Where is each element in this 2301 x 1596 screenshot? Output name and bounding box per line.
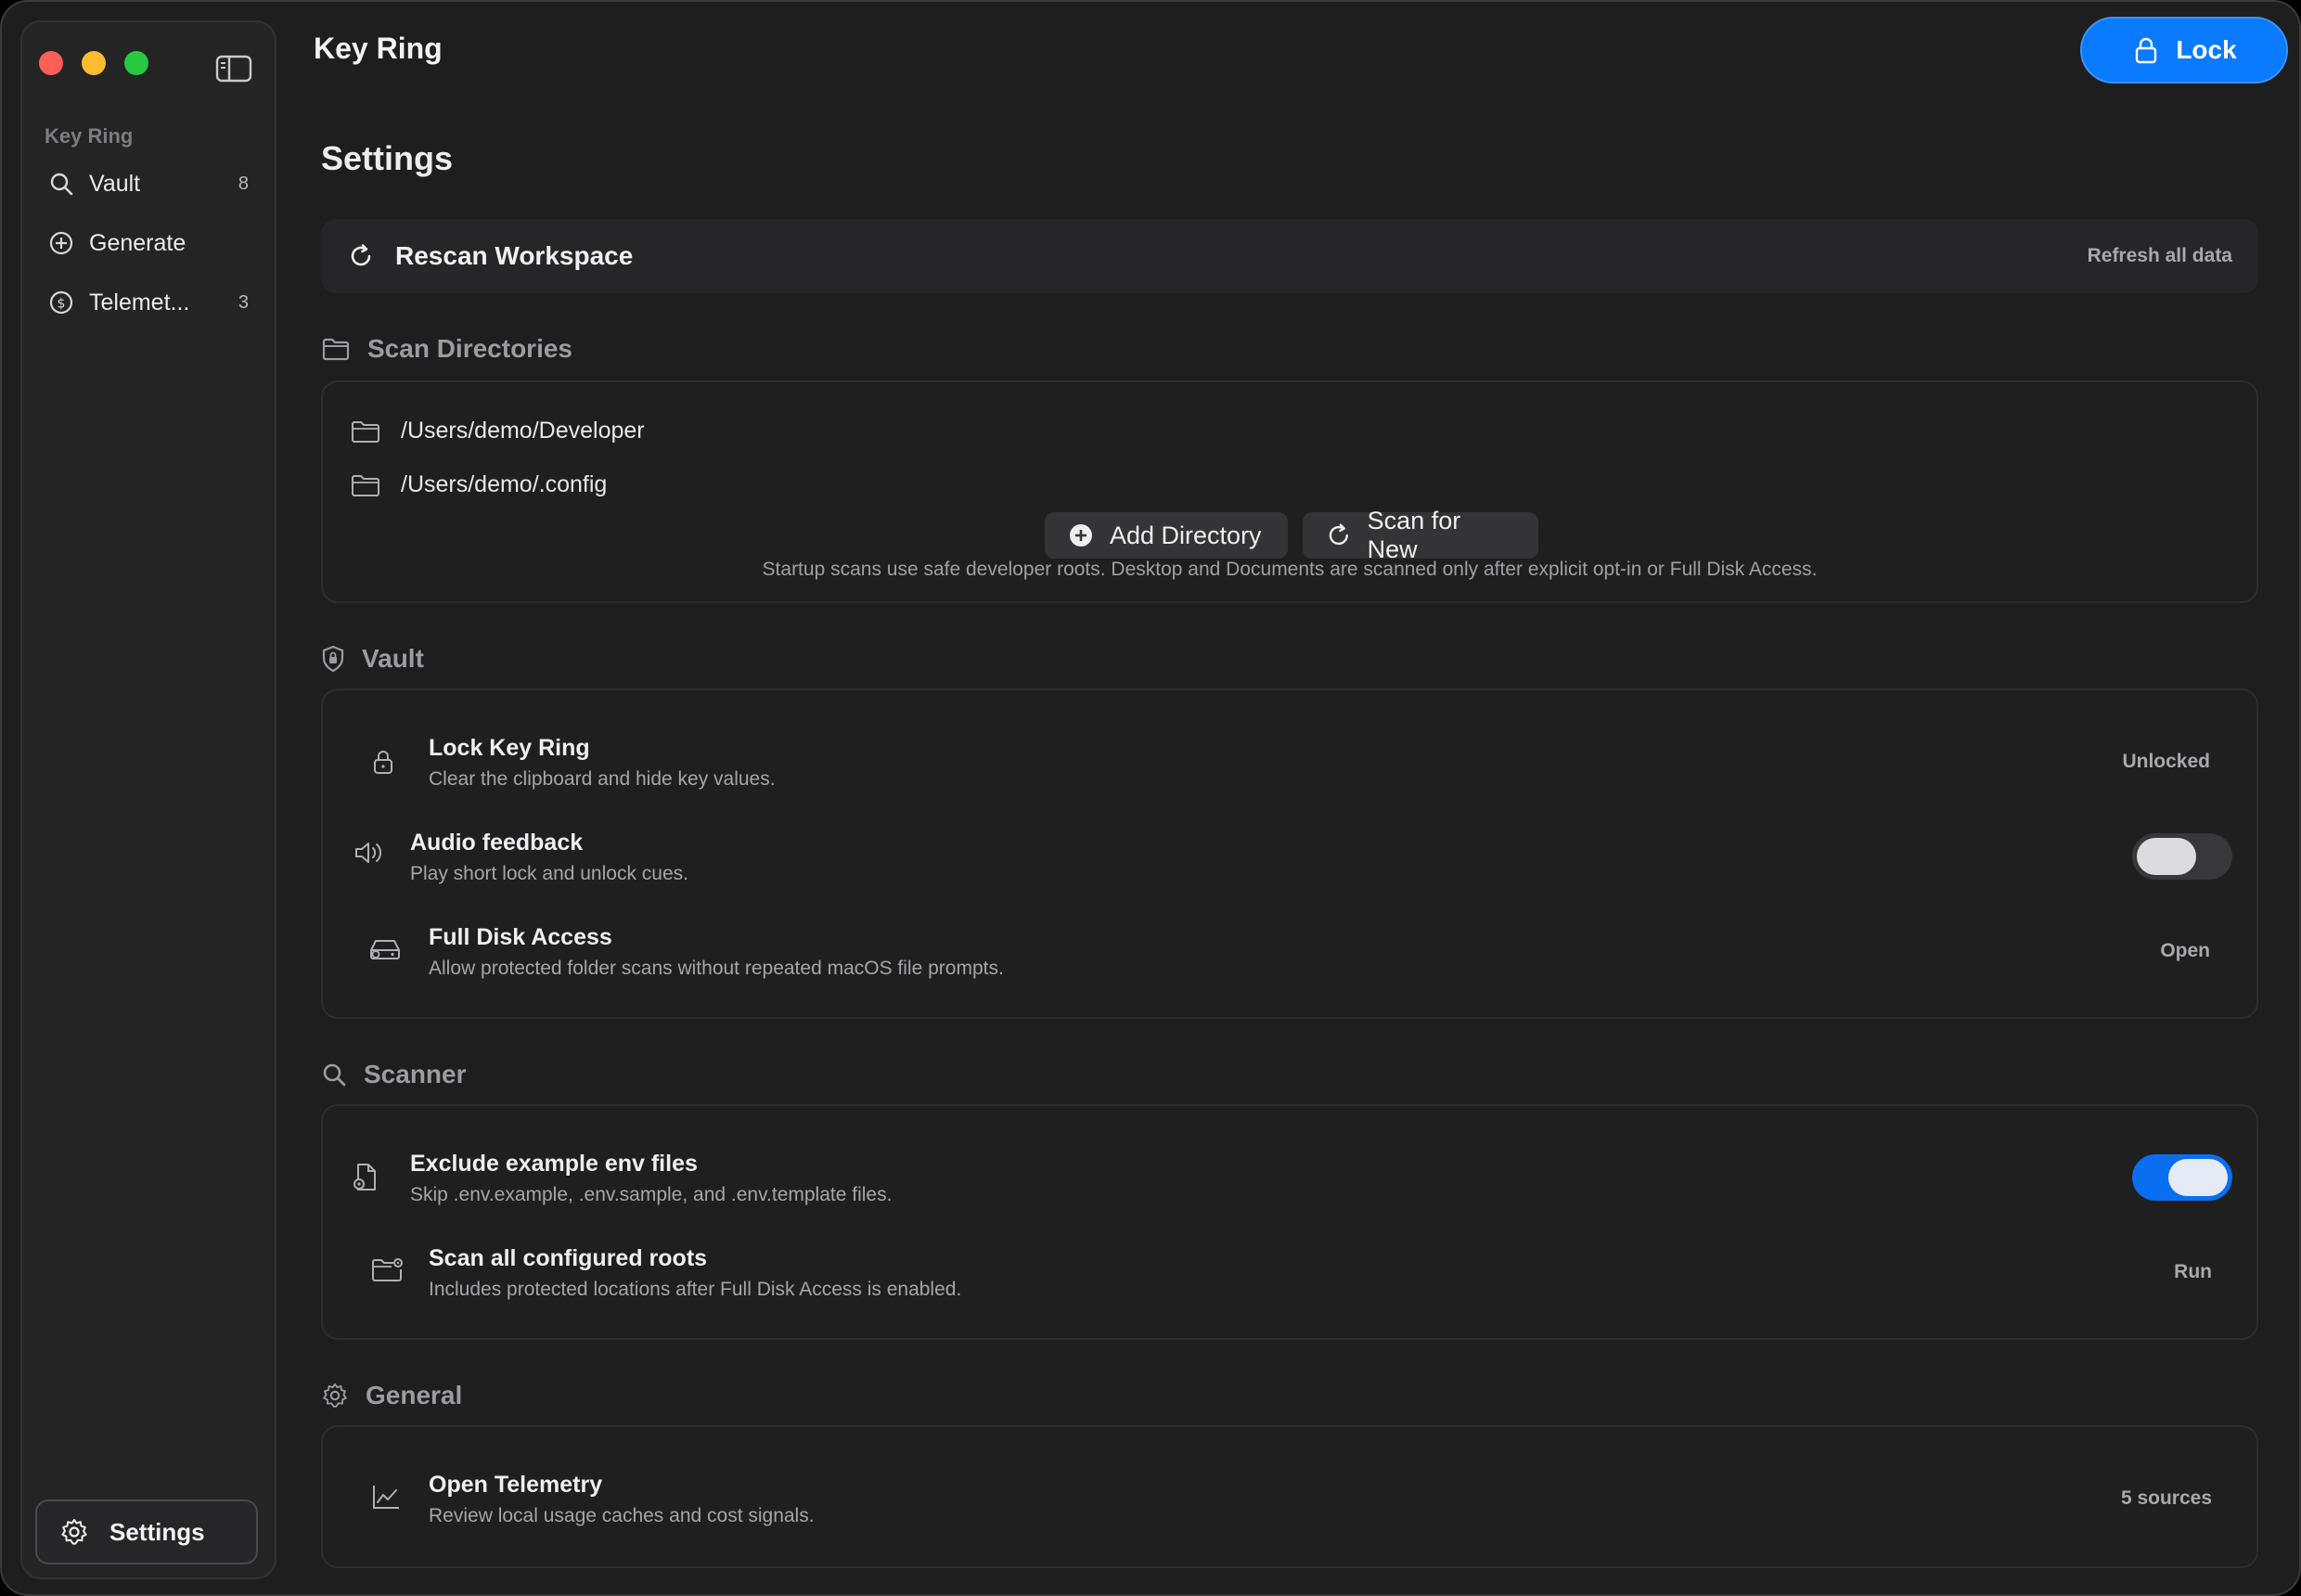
row-title: Full Disk Access: [429, 924, 612, 950]
section-heading-label: Scan Directories: [367, 334, 572, 363]
scanner-card: Exclude example env files Skip .env.exam…: [321, 1104, 2258, 1340]
lock-status-value: Unlocked: [2122, 751, 2210, 772]
lock-icon: [2131, 35, 2161, 65]
document-gear-icon: [351, 1162, 380, 1193]
section-heading-label: Vault: [362, 644, 424, 673]
refresh-icon: [347, 242, 375, 270]
sidebar-item-settings[interactable]: Settings: [35, 1499, 258, 1564]
toggle-knob: [2137, 838, 2196, 875]
exclude-example-env-row: Exclude example env files Skip .env.exam…: [323, 1136, 2256, 1219]
general-heading: General: [321, 1381, 462, 1410]
lock-button[interactable]: Lock: [2080, 17, 2288, 84]
open-full-disk-access-button[interactable]: Open: [2160, 940, 2210, 962]
settings-label: Settings: [109, 1517, 205, 1546]
folder-icon: [351, 472, 380, 498]
general-card: Open Telemetry Review local usage caches…: [321, 1425, 2258, 1568]
add-directory-button[interactable]: Add Directory: [1045, 512, 1288, 559]
sidebar-item-count: 8: [238, 173, 249, 194]
sidebar-item-count: 3: [238, 291, 249, 313]
scan-directories-card: /Users/demo/Developer /Users/demo/.confi…: [321, 380, 2258, 603]
scan-hint-text: Startup scans use safe developer roots. …: [762, 559, 1818, 580]
close-window-button[interactable]: [39, 51, 63, 75]
row-title: Open Telemetry: [429, 1472, 603, 1498]
refresh-icon: [1325, 521, 1353, 549]
plus-circle-filled-icon: [1067, 521, 1095, 549]
section-heading-label: General: [366, 1381, 463, 1409]
row-subtitle: Allow protected folder scans without rep…: [429, 958, 1004, 979]
folder-gear-icon: [371, 1256, 405, 1284]
search-icon: [321, 1062, 347, 1088]
app-window: Key Ring Vault 8 Generate $ Telemet... 3: [0, 0, 2301, 1596]
row-title: Audio feedback: [410, 830, 584, 856]
plus-circle-icon: [48, 230, 74, 256]
folder-icon: [321, 334, 351, 364]
page-title: Settings: [321, 139, 454, 177]
scan-for-new-label: Scan for New: [1367, 507, 1461, 563]
directory-row[interactable]: /Users/demo/.config: [351, 471, 607, 498]
row-subtitle: Includes protected locations after Full …: [429, 1279, 962, 1300]
row-subtitle: Review local usage caches and cost signa…: [429, 1505, 815, 1526]
scan-for-new-button[interactable]: Scan for New: [1303, 507, 1538, 563]
svg-text:$: $: [58, 297, 66, 312]
sidebar-item-telemetry[interactable]: $ Telemet... 3: [30, 277, 267, 328]
sidebar-item-vault[interactable]: Vault 8: [30, 158, 267, 210]
row-subtitle: Skip .env.example, .env.sample, and .env…: [410, 1184, 893, 1205]
sidebar-item-label: Vault: [89, 170, 141, 197]
disk-drive-icon: [367, 933, 403, 963]
scan-directories-heading: Scan Directories: [321, 334, 572, 364]
sidebar-item-generate[interactable]: Generate: [30, 217, 267, 269]
shield-icon: [321, 644, 345, 674]
lock-key-ring-row[interactable]: Lock Key Ring Clear the clipboard and hi…: [323, 720, 2256, 804]
directory-path: /Users/demo/.config: [401, 471, 608, 497]
lock-icon: [371, 748, 395, 776]
sidebar-item-label: Generate: [89, 229, 186, 256]
zoom-window-button[interactable]: [124, 51, 148, 75]
audio-feedback-toggle[interactable]: [2132, 833, 2232, 880]
refresh-all-data-button[interactable]: Refresh all data: [2088, 245, 2232, 267]
sidebar: Key Ring Vault 8 Generate $ Telemet... 3: [20, 20, 276, 1579]
full-disk-access-row[interactable]: Full Disk Access Allow protected folder …: [323, 909, 2256, 993]
folder-icon: [351, 418, 380, 444]
open-telemetry-row[interactable]: Open Telemetry Review local usage caches…: [323, 1457, 2256, 1540]
gear-icon: [59, 1517, 89, 1547]
row-subtitle: Play short lock and unlock cues.: [410, 863, 688, 884]
lock-button-label: Lock: [2176, 35, 2237, 64]
run-scan-button[interactable]: Run: [2174, 1261, 2212, 1283]
audio-feedback-row: Audio feedback Play short lock and unloc…: [323, 815, 2256, 898]
rescan-workspace-row[interactable]: Rescan Workspace Refresh all data: [321, 219, 2258, 293]
section-heading-label: Scanner: [364, 1060, 467, 1088]
search-icon: [48, 171, 74, 197]
app-title: Key Ring: [314, 32, 443, 65]
rescan-workspace-label: Rescan Workspace: [395, 241, 634, 270]
telemetry-sources-value: 5 sources: [2120, 1487, 2212, 1509]
add-directory-label: Add Directory: [1110, 521, 1262, 549]
directory-path: /Users/demo/Developer: [401, 418, 645, 444]
row-title: Exclude example env files: [410, 1151, 698, 1177]
line-chart-icon: [371, 1483, 401, 1511]
sidebar-item-label: Telemet...: [89, 289, 190, 315]
vault-heading: Vault: [321, 644, 424, 674]
vault-card: Lock Key Ring Clear the clipboard and hi…: [321, 689, 2258, 1019]
scanner-heading: Scanner: [321, 1060, 467, 1089]
sidebar-toggle-icon[interactable]: [215, 54, 252, 84]
exclude-example-env-toggle[interactable]: [2132, 1154, 2232, 1201]
scan-all-roots-row[interactable]: Scan all configured roots Includes prote…: [323, 1230, 2256, 1314]
row-subtitle: Clear the clipboard and hide key values.: [429, 768, 776, 790]
sidebar-section-label: Key Ring: [45, 124, 134, 148]
directory-row[interactable]: /Users/demo/Developer: [351, 418, 645, 444]
row-title: Lock Key Ring: [429, 735, 590, 761]
gear-icon: [321, 1382, 349, 1409]
toggle-knob: [2168, 1159, 2228, 1196]
speaker-icon: [353, 837, 384, 869]
row-title: Scan all configured roots: [429, 1245, 708, 1271]
minimize-window-button[interactable]: [82, 51, 106, 75]
dollar-circle-icon: $: [48, 290, 74, 315]
